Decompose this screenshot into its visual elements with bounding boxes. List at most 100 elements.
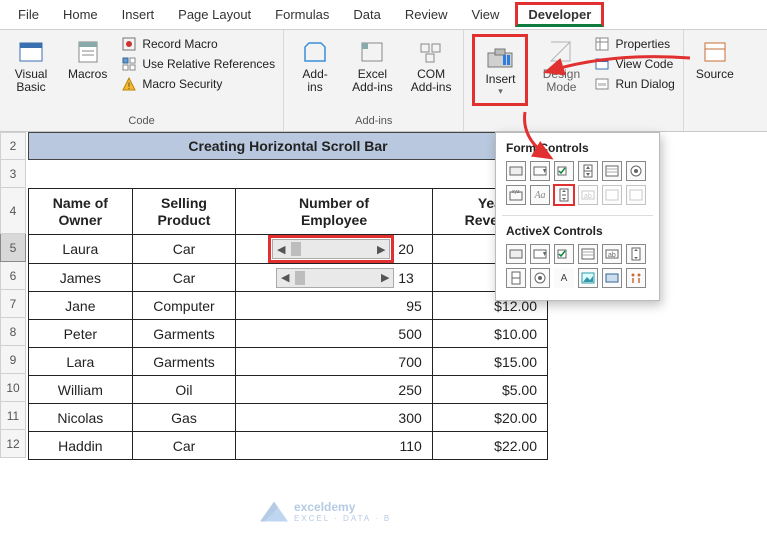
view-code-button[interactable]: View Code — [594, 54, 674, 74]
form-checkbox-icon[interactable] — [554, 161, 574, 181]
scroll-track[interactable] — [293, 269, 377, 287]
run-dialog-icon — [594, 76, 610, 92]
properties-icon — [594, 36, 610, 52]
cell-product[interactable]: Oil — [132, 376, 236, 404]
ax-togglebutton-icon[interactable] — [602, 268, 622, 288]
ax-label-icon[interactable]: A — [554, 268, 574, 288]
cell-owner[interactable]: Jane — [29, 292, 133, 320]
form-listbox-icon[interactable] — [602, 161, 622, 181]
cell-revenue[interactable]: $10.00 — [432, 320, 547, 348]
cell-owner[interactable]: Nicolas — [29, 404, 133, 432]
tab-pagelayout[interactable]: Page Layout — [166, 2, 263, 27]
ax-checkbox-icon[interactable] — [554, 244, 574, 264]
insert-highlight: Insert ▾ — [472, 34, 528, 106]
form-scrollbar-icon[interactable] — [554, 185, 574, 205]
ax-more-icon[interactable] — [626, 268, 646, 288]
form-label-icon[interactable]: Aa — [530, 185, 550, 205]
group-xml: Source — [684, 30, 746, 131]
tab-developer[interactable]: Developer — [515, 2, 604, 27]
form-textfield-icon[interactable]: ab — [578, 185, 598, 205]
horizontal-scrollbar-control[interactable]: ◀ ▶ — [276, 268, 394, 288]
visual-basic-button[interactable]: Visual Basic — [8, 34, 54, 98]
scroll-right-arrow-icon[interactable]: ▶ — [373, 243, 389, 256]
com-addins-icon — [417, 38, 445, 66]
activex-controls-title: ActiveX Controls — [496, 220, 659, 244]
scroll-track[interactable] — [289, 240, 373, 258]
horizontal-scrollbar-control[interactable]: ◀ ▶ — [272, 239, 390, 259]
cell-employee[interactable]: 300 — [236, 404, 432, 432]
tab-view[interactable]: View — [459, 2, 511, 27]
excel-addins-button[interactable]: Excel Add-ins — [348, 34, 397, 98]
controls-insert-button[interactable]: Insert ▾ — [477, 39, 523, 101]
chevron-down-icon: ▾ — [498, 86, 503, 97]
form-button-icon[interactable] — [506, 161, 526, 181]
cell-owner[interactable]: William — [29, 376, 133, 404]
form-dropdown-icon[interactable] — [626, 185, 646, 205]
ax-optionbutton-icon[interactable] — [530, 268, 550, 288]
cell-employee[interactable]: 700 — [236, 348, 432, 376]
cell-owner[interactable]: Haddin — [29, 432, 133, 460]
form-groupbox-icon[interactable]: xyz — [506, 185, 526, 205]
design-mode-button[interactable]: Design Mode — [538, 34, 584, 98]
cell-product[interactable]: Car — [132, 432, 236, 460]
cell-product[interactable]: Car — [132, 235, 236, 264]
cell-product[interactable]: Car — [132, 264, 236, 292]
ax-spinner-icon[interactable] — [506, 268, 526, 288]
watermark-brand: exceldemy — [294, 500, 391, 514]
cell-employee[interactable]: ◀ ▶ 20 — [236, 235, 432, 264]
use-rel-refs-button[interactable]: Use Relative References — [121, 54, 275, 74]
employee-value: 20 — [398, 241, 414, 257]
scroll-right-arrow-icon[interactable]: ▶ — [377, 271, 393, 284]
macros-button[interactable]: Macros — [64, 34, 111, 85]
cell-employee[interactable]: 250 — [236, 376, 432, 404]
cell-product[interactable]: Computer — [132, 292, 236, 320]
tab-review[interactable]: Review — [393, 2, 460, 27]
record-macro-button[interactable]: Record Macro — [121, 34, 275, 54]
macro-security-button[interactable]: ! Macro Security — [121, 74, 275, 94]
form-optionbutton-icon[interactable] — [626, 161, 646, 181]
warning-icon: ! — [121, 76, 137, 92]
cell-owner[interactable]: Lara — [29, 348, 133, 376]
cell-owner[interactable]: James — [29, 264, 133, 292]
cell-product[interactable]: Garments — [132, 348, 236, 376]
cell-owner[interactable]: Laura — [29, 235, 133, 264]
addins-button[interactable]: Add- ins — [292, 34, 338, 98]
cell-product[interactable]: Gas — [132, 404, 236, 432]
cell-revenue[interactable]: $5.00 — [432, 376, 547, 404]
tab-home[interactable]: Home — [51, 2, 110, 27]
ax-button-icon[interactable] — [506, 244, 526, 264]
tab-formulas[interactable]: Formulas — [263, 2, 341, 27]
scroll-left-arrow-icon[interactable]: ◀ — [273, 243, 289, 256]
cell-revenue[interactable]: $20.00 — [432, 404, 547, 432]
cell-employee[interactable]: 500 — [236, 320, 432, 348]
employee-value: 13 — [398, 270, 414, 286]
form-spinner-icon[interactable] — [578, 161, 598, 181]
ax-scrollbar-icon[interactable] — [626, 244, 646, 264]
ax-listbox-icon[interactable] — [578, 244, 598, 264]
form-combobox-icon[interactable] — [530, 161, 550, 181]
com-addins-button[interactable]: COM Add-ins — [407, 34, 456, 98]
col-product: Selling Product — [132, 189, 236, 235]
toolbox-icon — [486, 43, 514, 71]
tab-insert[interactable]: Insert — [110, 2, 167, 27]
ax-textbox-icon[interactable]: ab — [602, 244, 622, 264]
cell-owner[interactable]: Peter — [29, 320, 133, 348]
cell-revenue[interactable]: $15.00 — [432, 348, 547, 376]
tab-file[interactable]: File — [6, 2, 51, 27]
macros-label: Macros — [68, 68, 107, 81]
source-button[interactable]: Source — [692, 34, 738, 85]
ax-image-icon[interactable] — [578, 268, 598, 288]
cell-employee[interactable]: 110 — [236, 432, 432, 460]
properties-button[interactable]: Properties — [594, 34, 674, 54]
cell-revenue[interactable]: $22.00 — [432, 432, 547, 460]
cell-employee[interactable]: 95 — [236, 292, 432, 320]
ax-combobox-icon[interactable] — [530, 244, 550, 264]
scroll-thumb[interactable] — [291, 242, 301, 256]
scroll-left-arrow-icon[interactable]: ◀ — [277, 271, 293, 284]
tab-data[interactable]: Data — [341, 2, 392, 27]
cell-product[interactable]: Garments — [132, 320, 236, 348]
scroll-thumb[interactable] — [295, 271, 305, 285]
cell-employee[interactable]: ◀ ▶ 13 — [236, 264, 432, 292]
run-dialog-button[interactable]: Run Dialog — [594, 74, 674, 94]
form-combo-icon[interactable] — [602, 185, 622, 205]
